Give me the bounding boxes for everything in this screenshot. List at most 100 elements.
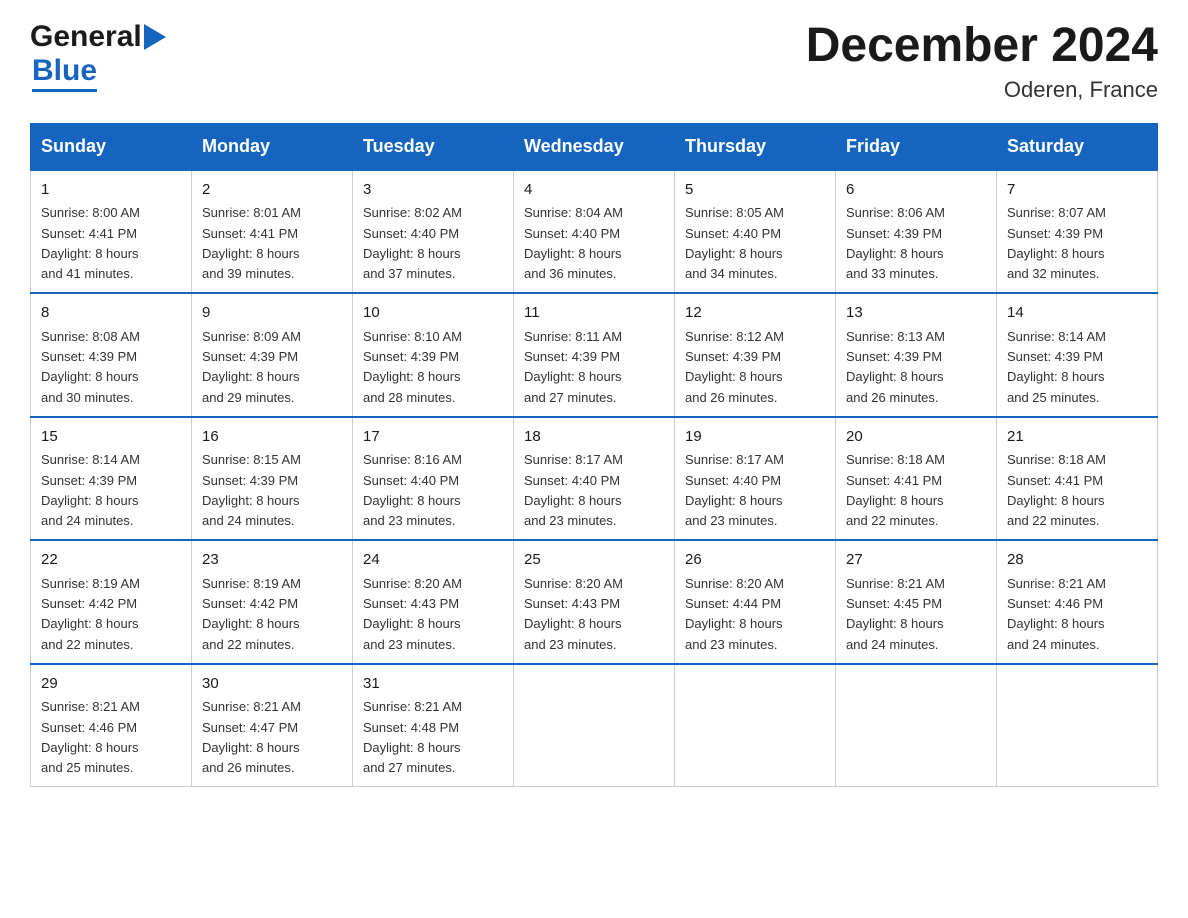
day-info: Sunrise: 8:05 AMSunset: 4:40 PMDaylight:… <box>685 205 784 281</box>
day-info: Sunrise: 8:00 AMSunset: 4:41 PMDaylight:… <box>41 205 140 281</box>
calendar-cell: 7 Sunrise: 8:07 AMSunset: 4:39 PMDaylight… <box>997 170 1158 294</box>
day-info: Sunrise: 8:19 AMSunset: 4:42 PMDaylight:… <box>41 576 140 652</box>
day-info: Sunrise: 8:18 AMSunset: 4:41 PMDaylight:… <box>1007 452 1106 528</box>
day-info: Sunrise: 8:20 AMSunset: 4:43 PMDaylight:… <box>363 576 462 652</box>
calendar-cell: 21Sunrise: 8:18 AMSunset: 4:41 PMDayligh… <box>997 417 1158 541</box>
day-number: 18 <box>524 426 664 449</box>
day-info: Sunrise: 8:04 AMSunset: 4:40 PMDaylight:… <box>524 205 623 281</box>
calendar-header-saturday: Saturday <box>997 123 1158 170</box>
day-number: 15 <box>41 426 181 449</box>
day-number: 13 <box>846 302 986 325</box>
day-number: 22 <box>41 549 181 572</box>
day-info: Sunrise: 8:21 AMSunset: 4:46 PMDaylight:… <box>1007 576 1106 652</box>
day-info: Sunrise: 8:10 AMSunset: 4:39 PMDaylight:… <box>363 329 462 405</box>
day-info: Sunrise: 8:17 AMSunset: 4:40 PMDaylight:… <box>685 452 784 528</box>
calendar-week-1: 1 Sunrise: 8:00 AMSunset: 4:41 PMDaylight… <box>31 170 1158 294</box>
calendar-cell: 1 Sunrise: 8:00 AMSunset: 4:41 PMDaylight… <box>31 170 192 294</box>
day-number: 20 <box>846 426 986 449</box>
day-info: Sunrise: 8:11 AMSunset: 4:39 PMDaylight:… <box>524 329 622 405</box>
day-info: Sunrise: 8:13 AMSunset: 4:39 PMDaylight:… <box>846 329 945 405</box>
day-info: Sunrise: 8:21 AMSunset: 4:45 PMDaylight:… <box>846 576 945 652</box>
day-info: Sunrise: 8:09 AMSunset: 4:39 PMDaylight:… <box>202 329 301 405</box>
day-info: Sunrise: 8:06 AMSunset: 4:39 PMDaylight:… <box>846 205 945 281</box>
day-info: Sunrise: 8:21 AMSunset: 4:48 PMDaylight:… <box>363 699 462 775</box>
day-number: 30 <box>202 673 342 696</box>
calendar-cell <box>514 664 675 787</box>
logo-arrow-icon <box>144 24 166 50</box>
calendar-cell: 12 Sunrise: 8:12 AMSunset: 4:39 PMDayligh… <box>675 293 836 417</box>
day-number: 16 <box>202 426 342 449</box>
calendar-cell: 31Sunrise: 8:21 AMSunset: 4:48 PMDayligh… <box>353 664 514 787</box>
day-number: 11 <box>524 302 664 325</box>
day-info: Sunrise: 8:21 AMSunset: 4:46 PMDaylight:… <box>41 699 140 775</box>
calendar-week-2: 8 Sunrise: 8:08 AMSunset: 4:39 PMDaylight… <box>31 293 1158 417</box>
day-number: 1 <box>41 179 181 202</box>
day-info: Sunrise: 8:15 AMSunset: 4:39 PMDaylight:… <box>202 452 301 528</box>
day-info: Sunrise: 8:17 AMSunset: 4:40 PMDaylight:… <box>524 452 623 528</box>
calendar-cell: 26Sunrise: 8:20 AMSunset: 4:44 PMDayligh… <box>675 540 836 664</box>
day-number: 2 <box>202 179 342 202</box>
calendar-cell: 22 Sunrise: 8:19 AMSunset: 4:42 PMDayligh… <box>31 540 192 664</box>
page-header: General Blue December 2024 Oderen, Franc… <box>30 20 1158 103</box>
day-number: 8 <box>41 302 181 325</box>
day-number: 3 <box>363 179 503 202</box>
calendar-header-friday: Friday <box>836 123 997 170</box>
calendar-week-4: 22 Sunrise: 8:19 AMSunset: 4:42 PMDayligh… <box>31 540 1158 664</box>
location: Oderen, France <box>806 77 1158 103</box>
day-info: Sunrise: 8:08 AMSunset: 4:39 PMDaylight:… <box>41 329 140 405</box>
day-number: 26 <box>685 549 825 572</box>
calendar-cell: 30 Sunrise: 8:21 AMSunset: 4:47 PMDayligh… <box>192 664 353 787</box>
calendar-cell: 9 Sunrise: 8:09 AMSunset: 4:39 PMDaylight… <box>192 293 353 417</box>
day-number: 12 <box>685 302 825 325</box>
day-number: 7 <box>1007 179 1147 202</box>
calendar-cell: 13 Sunrise: 8:13 AMSunset: 4:39 PMDayligh… <box>836 293 997 417</box>
calendar-cell: 20 Sunrise: 8:18 AMSunset: 4:41 PMDayligh… <box>836 417 997 541</box>
logo-blue: Blue <box>32 54 97 92</box>
calendar-cell: 18 Sunrise: 8:17 AMSunset: 4:40 PMDayligh… <box>514 417 675 541</box>
calendar-cell: 11 Sunrise: 8:11 AMSunset: 4:39 PMDayligh… <box>514 293 675 417</box>
calendar-cell: 10 Sunrise: 8:10 AMSunset: 4:39 PMDayligh… <box>353 293 514 417</box>
day-info: Sunrise: 8:21 AMSunset: 4:47 PMDaylight:… <box>202 699 301 775</box>
calendar-cell: 14 Sunrise: 8:14 AMSunset: 4:39 PMDayligh… <box>997 293 1158 417</box>
day-info: Sunrise: 8:12 AMSunset: 4:39 PMDaylight:… <box>685 329 784 405</box>
calendar-cell: 28 Sunrise: 8:21 AMSunset: 4:46 PMDayligh… <box>997 540 1158 664</box>
day-info: Sunrise: 8:14 AMSunset: 4:39 PMDaylight:… <box>1007 329 1106 405</box>
calendar-header-row: SundayMondayTuesdayWednesdayThursdayFrid… <box>31 123 1158 170</box>
day-info: Sunrise: 8:19 AMSunset: 4:42 PMDaylight:… <box>202 576 301 652</box>
calendar-cell: 29Sunrise: 8:21 AMSunset: 4:46 PMDayligh… <box>31 664 192 787</box>
calendar-cell: 25 Sunrise: 8:20 AMSunset: 4:43 PMDayligh… <box>514 540 675 664</box>
day-info: Sunrise: 8:02 AMSunset: 4:40 PMDaylight:… <box>363 205 462 281</box>
day-number: 14 <box>1007 302 1147 325</box>
day-info: Sunrise: 8:20 AMSunset: 4:43 PMDaylight:… <box>524 576 623 652</box>
title-section: December 2024 Oderen, France <box>806 20 1158 103</box>
logo-general: General <box>30 20 142 54</box>
day-info: Sunrise: 8:07 AMSunset: 4:39 PMDaylight:… <box>1007 205 1106 281</box>
day-number: 23 <box>202 549 342 572</box>
calendar-cell: 5Sunrise: 8:05 AMSunset: 4:40 PMDaylight… <box>675 170 836 294</box>
day-number: 9 <box>202 302 342 325</box>
calendar-cell: 19Sunrise: 8:17 AMSunset: 4:40 PMDayligh… <box>675 417 836 541</box>
day-number: 27 <box>846 549 986 572</box>
day-number: 17 <box>363 426 503 449</box>
day-info: Sunrise: 8:01 AMSunset: 4:41 PMDaylight:… <box>202 205 301 281</box>
day-info: Sunrise: 8:14 AMSunset: 4:39 PMDaylight:… <box>41 452 140 528</box>
day-number: 28 <box>1007 549 1147 572</box>
calendar-week-3: 15 Sunrise: 8:14 AMSunset: 4:39 PMDayligh… <box>31 417 1158 541</box>
calendar-cell: 8 Sunrise: 8:08 AMSunset: 4:39 PMDaylight… <box>31 293 192 417</box>
calendar-cell: 17 Sunrise: 8:16 AMSunset: 4:40 PMDayligh… <box>353 417 514 541</box>
calendar-table: SundayMondayTuesdayWednesdayThursdayFrid… <box>30 123 1158 788</box>
calendar-header-sunday: Sunday <box>31 123 192 170</box>
day-info: Sunrise: 8:16 AMSunset: 4:40 PMDaylight:… <box>363 452 462 528</box>
calendar-cell: 27 Sunrise: 8:21 AMSunset: 4:45 PMDayligh… <box>836 540 997 664</box>
calendar-cell <box>836 664 997 787</box>
day-number: 25 <box>524 549 664 572</box>
day-number: 4 <box>524 179 664 202</box>
calendar-cell: 24 Sunrise: 8:20 AMSunset: 4:43 PMDayligh… <box>353 540 514 664</box>
calendar-cell: 6Sunrise: 8:06 AMSunset: 4:39 PMDaylight… <box>836 170 997 294</box>
day-number: 10 <box>363 302 503 325</box>
day-info: Sunrise: 8:18 AMSunset: 4:41 PMDaylight:… <box>846 452 945 528</box>
calendar-cell <box>675 664 836 787</box>
day-number: 24 <box>363 549 503 572</box>
calendar-cell: 2 Sunrise: 8:01 AMSunset: 4:41 PMDaylight… <box>192 170 353 294</box>
calendar-header-monday: Monday <box>192 123 353 170</box>
